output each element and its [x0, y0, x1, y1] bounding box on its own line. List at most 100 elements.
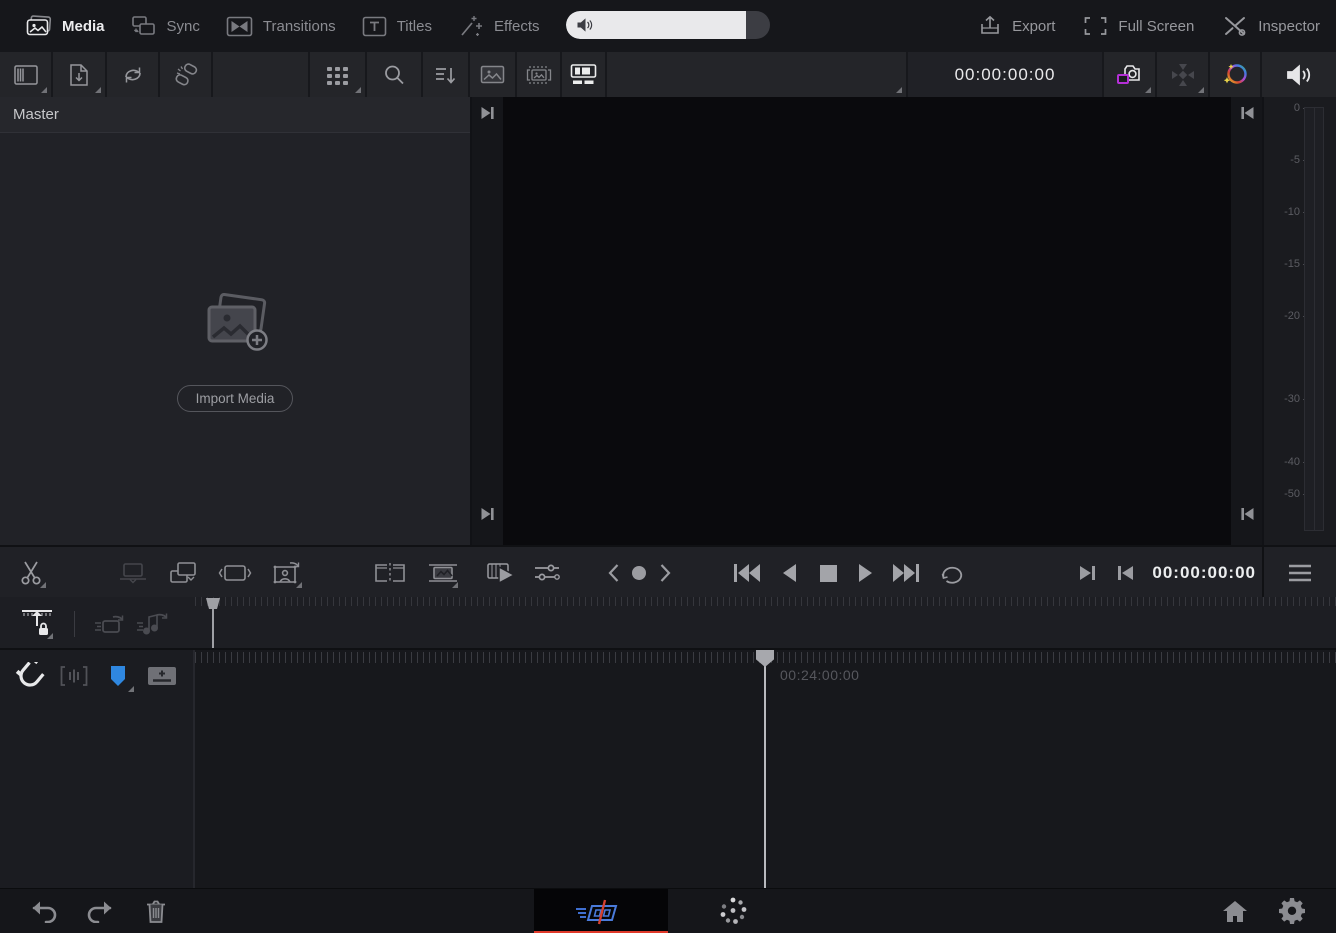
top-bar: Media Sync Transitions Titles: [0, 0, 1336, 52]
smart-reframe-button[interactable]: [268, 554, 306, 592]
tab-sync-label: Sync: [167, 18, 200, 35]
volume-slider[interactable]: [566, 11, 770, 39]
jump-forward-bottom-icon[interactable]: [480, 507, 495, 521]
tab-media-label: Media: [62, 18, 105, 35]
mixer-button[interactable]: [528, 554, 566, 592]
go-to-end-icon: [891, 562, 921, 584]
fit-insert-button[interactable]: [216, 554, 254, 592]
sync-clip-button[interactable]: [90, 603, 130, 643]
tab-sync[interactable]: Sync: [131, 15, 200, 37]
preview-play-icon: [486, 560, 518, 586]
transform-button[interactable]: [1157, 52, 1210, 97]
tab-media[interactable]: Media: [26, 15, 105, 37]
undo-button[interactable]: [22, 891, 66, 931]
split-clip-button[interactable]: [371, 554, 409, 592]
settings-button[interactable]: [1270, 891, 1314, 931]
import-media-button[interactable]: [53, 52, 107, 97]
inspector-button[interactable]: Inspector: [1222, 15, 1320, 37]
stop-icon: [819, 564, 838, 583]
play-reverse-button[interactable]: [770, 554, 808, 592]
audio-monitor-button[interactable]: [1262, 52, 1336, 97]
overview-playhead[interactable]: [205, 597, 221, 648]
track-text-lock-button[interactable]: [17, 603, 57, 643]
place-under-button[interactable]: [114, 554, 152, 592]
sync-audio-button[interactable]: [132, 603, 172, 643]
jump-back-bottom-icon[interactable]: [1239, 507, 1254, 521]
bin-list-icon: [13, 64, 39, 86]
home-button[interactable]: [1213, 891, 1257, 931]
meter-label-30: -30: [1284, 393, 1300, 405]
audio-monitor-icon: [1285, 63, 1313, 87]
jog-forward-button[interactable]: [650, 554, 680, 592]
resync-button[interactable]: [107, 52, 160, 97]
source-tape-button[interactable]: [517, 52, 562, 97]
cut-scissors-button[interactable]: [12, 554, 50, 592]
sort-icon: [434, 65, 458, 85]
jump-in-button[interactable]: [1106, 554, 1144, 592]
smart-reframe-icon: [272, 559, 302, 587]
unlink-button[interactable]: [160, 52, 213, 97]
marker-flag-button[interactable]: [98, 656, 138, 696]
viewer-left-strip[interactable]: [472, 97, 503, 545]
overlay-frame-button[interactable]: [424, 554, 462, 592]
media-icon: [26, 15, 52, 37]
clip-extend-icon: [146, 665, 178, 687]
audio-meter-panel: 0 -5 -10 -15 -20 -30 -40 -50: [1262, 97, 1336, 545]
search-icon: [383, 64, 405, 86]
media-pool-body[interactable]: Import Media: [0, 133, 470, 545]
place-under-icon: [118, 560, 148, 586]
viewer-options-dropdown[interactable]: [607, 52, 908, 97]
go-to-start-button[interactable]: [728, 554, 766, 592]
clip-extend-button[interactable]: [142, 656, 182, 696]
preview-play-button[interactable]: [483, 554, 521, 592]
timeline-view-button[interactable]: [562, 52, 607, 97]
go-to-end-button[interactable]: [887, 554, 925, 592]
grid-view-button[interactable]: [310, 52, 367, 97]
audio-range-button[interactable]: [54, 656, 94, 696]
timeline-playhead[interactable]: [756, 650, 774, 888]
import-media-button-pill[interactable]: Import Media: [177, 385, 294, 412]
place-over-icon: [168, 560, 198, 586]
tab-transitions[interactable]: Transitions: [226, 16, 336, 37]
cut-page-icon: [572, 897, 630, 927]
color-page-tab[interactable]: [711, 891, 755, 931]
multicam-camera-button[interactable]: [1104, 52, 1157, 97]
snap-magnet-button[interactable]: [10, 656, 50, 696]
jump-in-icon: [1116, 564, 1135, 582]
tab-titles[interactable]: Titles: [362, 16, 432, 37]
fullscreen-button[interactable]: Full Screen: [1083, 16, 1194, 36]
viewer-screen[interactable]: [503, 97, 1231, 545]
playhead-line: [764, 658, 766, 888]
tab-effects[interactable]: Effects: [458, 14, 540, 38]
cut-page-tab[interactable]: [534, 889, 668, 933]
place-over-button[interactable]: [164, 554, 202, 592]
media-pool-panel: Master Import Media: [0, 97, 472, 545]
meter-label-40: -40: [1284, 456, 1300, 468]
jump-back-icon[interactable]: [1239, 106, 1254, 120]
volume-slider-fill: [566, 11, 746, 39]
redo-button[interactable]: [78, 891, 122, 931]
timeline-menu-button[interactable]: [1262, 547, 1336, 599]
loop-icon: [938, 561, 966, 585]
clip-view-button[interactable]: [470, 52, 517, 97]
fullscreen-icon: [1083, 16, 1108, 36]
stop-button[interactable]: [809, 554, 847, 592]
trash-button[interactable]: [134, 891, 178, 931]
export-button[interactable]: Export: [978, 14, 1055, 38]
play-icon: [857, 562, 875, 584]
sort-button[interactable]: [423, 52, 470, 97]
loop-button[interactable]: [933, 554, 971, 592]
bin-list-button[interactable]: [0, 52, 53, 97]
bin-title[interactable]: Master: [0, 97, 470, 133]
tab-titles-label: Titles: [397, 18, 432, 35]
play-button[interactable]: [847, 554, 885, 592]
timeline-track-area[interactable]: 00:24:00:00: [195, 650, 1336, 888]
timeline-overview-strip[interactable]: [195, 597, 1336, 648]
jump-forward-icon[interactable]: [480, 106, 495, 120]
timeline-overview-row: [0, 597, 1336, 650]
cut-scissors-icon: [19, 560, 43, 586]
jump-out-button[interactable]: [1068, 554, 1106, 592]
color-boost-button[interactable]: [1210, 52, 1262, 97]
viewer-right-strip[interactable]: [1231, 97, 1262, 545]
search-button[interactable]: [367, 52, 423, 97]
